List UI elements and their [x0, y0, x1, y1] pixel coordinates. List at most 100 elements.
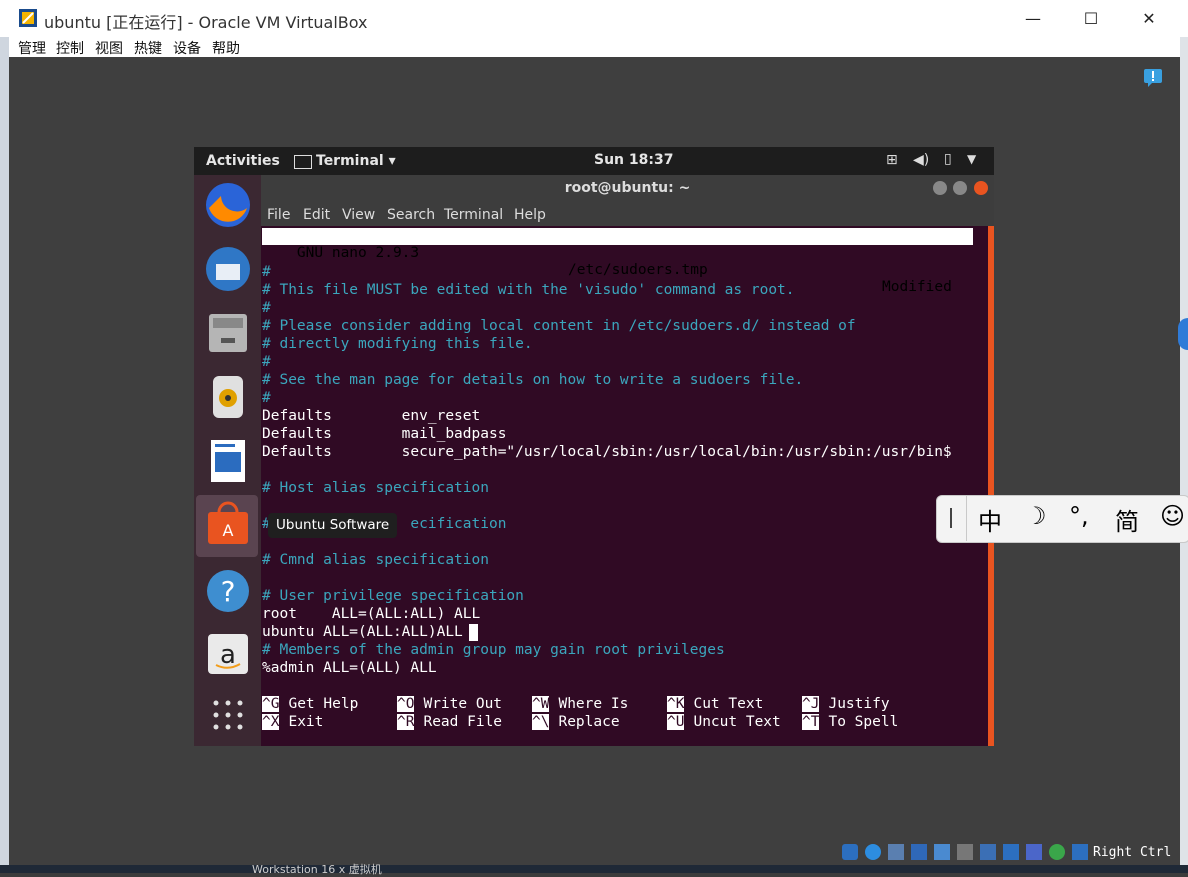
terminal-menu-terminal[interactable]: Terminal: [444, 207, 503, 223]
host-side-widget[interactable]: [1178, 318, 1188, 350]
guest-additions-icon[interactable]: [1049, 844, 1065, 860]
terminal-title: root@ubuntu: ~: [564, 180, 691, 196]
nano-shortcut: ^R Read File: [397, 713, 502, 731]
shortcut-key: ^\: [532, 714, 550, 730]
nano-line: root ALL=(ALL:ALL) ALL: [262, 606, 481, 622]
menu-manage[interactable]: 管理: [18, 38, 46, 58]
ime-chinese-mode[interactable]: 中: [978, 502, 1002, 537]
shortcut-key: ^K: [667, 696, 685, 712]
nano-shortcuts: ^G Get Help ^O Write Out ^W Where Is ^K Cut Tex…: [261, 695, 988, 735]
nano-line: # User privilege specification: [262, 588, 524, 604]
activities-button[interactable]: Activities: [206, 153, 280, 169]
minimize-button[interactable]: —: [1004, 0, 1062, 37]
vt-x-icon[interactable]: [1026, 844, 1042, 860]
nano-shortcut: ^O Write Out: [397, 695, 502, 713]
nano-line: #: [262, 300, 271, 316]
host-taskbar-label[interactable]: Workstation 16 x 虚拟机: [252, 861, 382, 877]
shortcut-label: Get Help: [288, 696, 359, 712]
nano-line: #: [262, 390, 271, 406]
terminal-menu-search[interactable]: Search: [387, 207, 435, 223]
svg-text:A: A: [223, 521, 234, 540]
nano-shortcut: ^G Get Help: [262, 695, 358, 713]
vbox-statusbar: Right Ctrl: [838, 842, 1180, 864]
menu-control[interactable]: 控制: [56, 38, 84, 58]
nano-line: # Please consider adding local content i…: [262, 318, 856, 334]
app-menu[interactable]: Terminal ▾: [316, 153, 396, 169]
harddisk-icon[interactable]: [842, 844, 858, 860]
nano-shortcut: ^W Where Is: [532, 695, 628, 713]
system-menu-chevron-icon[interactable]: ▼: [967, 152, 976, 166]
shortcut-key: ^J: [802, 696, 820, 712]
network-icon[interactable]: ⊞: [886, 152, 898, 168]
terminal-close-button[interactable]: [974, 181, 988, 195]
volume-icon[interactable]: ◀): [913, 152, 929, 168]
display-icon[interactable]: [980, 844, 996, 860]
host-desktop-right: [1180, 37, 1188, 873]
shortcut-label: To Spell: [828, 714, 899, 730]
maximize-button[interactable]: ☐: [1062, 0, 1120, 37]
host-key-label[interactable]: Right Ctrl: [1093, 845, 1171, 860]
nano-line: # Members of the admin group may gain ro…: [262, 642, 725, 658]
shortcut-label: Read File: [423, 714, 503, 730]
nano-line: # directly modifying this file.: [262, 336, 533, 352]
notification-icon[interactable]: [1143, 68, 1163, 88]
terminal-titlebar: root@ubuntu: ~: [261, 175, 994, 202]
audio-icon[interactable]: [888, 844, 904, 860]
nano-shortcut: ^U Uncut Text: [667, 713, 781, 731]
terminal-app-icon: [294, 155, 312, 169]
ime-divider: [966, 495, 967, 541]
ime-punctuation[interactable]: °,: [1069, 502, 1089, 530]
nano-line: Defaults mail_badpass: [262, 426, 507, 442]
ime-emoji-icon[interactable]: ☺: [1160, 502, 1185, 530]
shortcut-key: ^G: [262, 696, 280, 712]
nano-line: # Host alias specification: [262, 480, 489, 496]
ubuntu-software-icon[interactable]: A: [201, 498, 255, 552]
shortcut-key: ^O: [397, 696, 415, 712]
terminal-menu-help[interactable]: Help: [514, 207, 546, 223]
nano-shortcut: ^\ Replace: [532, 713, 620, 731]
menu-hotkey[interactable]: 热键: [134, 38, 162, 58]
shortcut-label: Uncut Text: [693, 714, 781, 730]
nano-line: #: [262, 264, 271, 280]
ime-simplified[interactable]: 简: [1115, 502, 1139, 537]
terminal-menu-edit[interactable]: Edit: [303, 207, 330, 223]
shortcut-key: ^U: [667, 714, 685, 730]
network-adapter-icon[interactable]: [911, 844, 927, 860]
terminal-scrollbar[interactable]: [988, 226, 994, 746]
svg-text:?: ?: [221, 575, 236, 608]
usb-icon[interactable]: [934, 844, 950, 860]
host-desktop-left: [0, 37, 9, 873]
menu-devices[interactable]: 设备: [173, 38, 201, 58]
terminal-maximize-button[interactable]: [953, 181, 967, 195]
ime-toolbar: [936, 495, 1188, 543]
show-applications-icon[interactable]: [201, 688, 255, 742]
shared-folders-icon[interactable]: [957, 844, 973, 860]
nano-line: Defaults secure_path="/usr/local/sbin:/u…: [262, 444, 952, 460]
battery-icon[interactable]: ▯: [944, 151, 952, 167]
files-icon[interactable]: [201, 306, 255, 360]
ime-handle[interactable]: [950, 508, 952, 528]
nano-shortcut: ^T To Spell: [802, 713, 898, 731]
ime-halfwidth-icon[interactable]: ☽: [1025, 502, 1047, 530]
terminal-menu-file[interactable]: File: [267, 207, 290, 223]
thunderbird-icon[interactable]: [201, 242, 255, 296]
terminal-minimize-button[interactable]: [933, 181, 947, 195]
rhythmbox-icon[interactable]: [201, 370, 255, 424]
nano-version: GNU nano 2.9.3: [279, 245, 420, 261]
recording-icon[interactable]: [1003, 844, 1019, 860]
help-icon[interactable]: ?: [201, 564, 255, 618]
close-button[interactable]: ✕: [1120, 0, 1178, 37]
firefox-icon[interactable]: [201, 178, 255, 232]
libreoffice-writer-icon[interactable]: [201, 434, 255, 488]
nano-line: # See the man page for details on how to…: [262, 372, 804, 388]
svg-text:a: a: [220, 640, 236, 670]
nano-buffer[interactable]: # # This file MUST be edited with the 'vi…: [261, 263, 988, 683]
shortcut-key: ^R: [397, 714, 415, 730]
terminal-menu-view[interactable]: View: [342, 207, 375, 223]
mouse-integration-icon[interactable]: [1072, 844, 1088, 860]
clock[interactable]: Sun 18:37: [594, 152, 673, 168]
menu-view[interactable]: 视图: [95, 38, 123, 58]
menu-help[interactable]: 帮助: [212, 38, 240, 58]
optical-drive-icon[interactable]: [865, 844, 881, 860]
amazon-icon[interactable]: a: [201, 627, 255, 681]
